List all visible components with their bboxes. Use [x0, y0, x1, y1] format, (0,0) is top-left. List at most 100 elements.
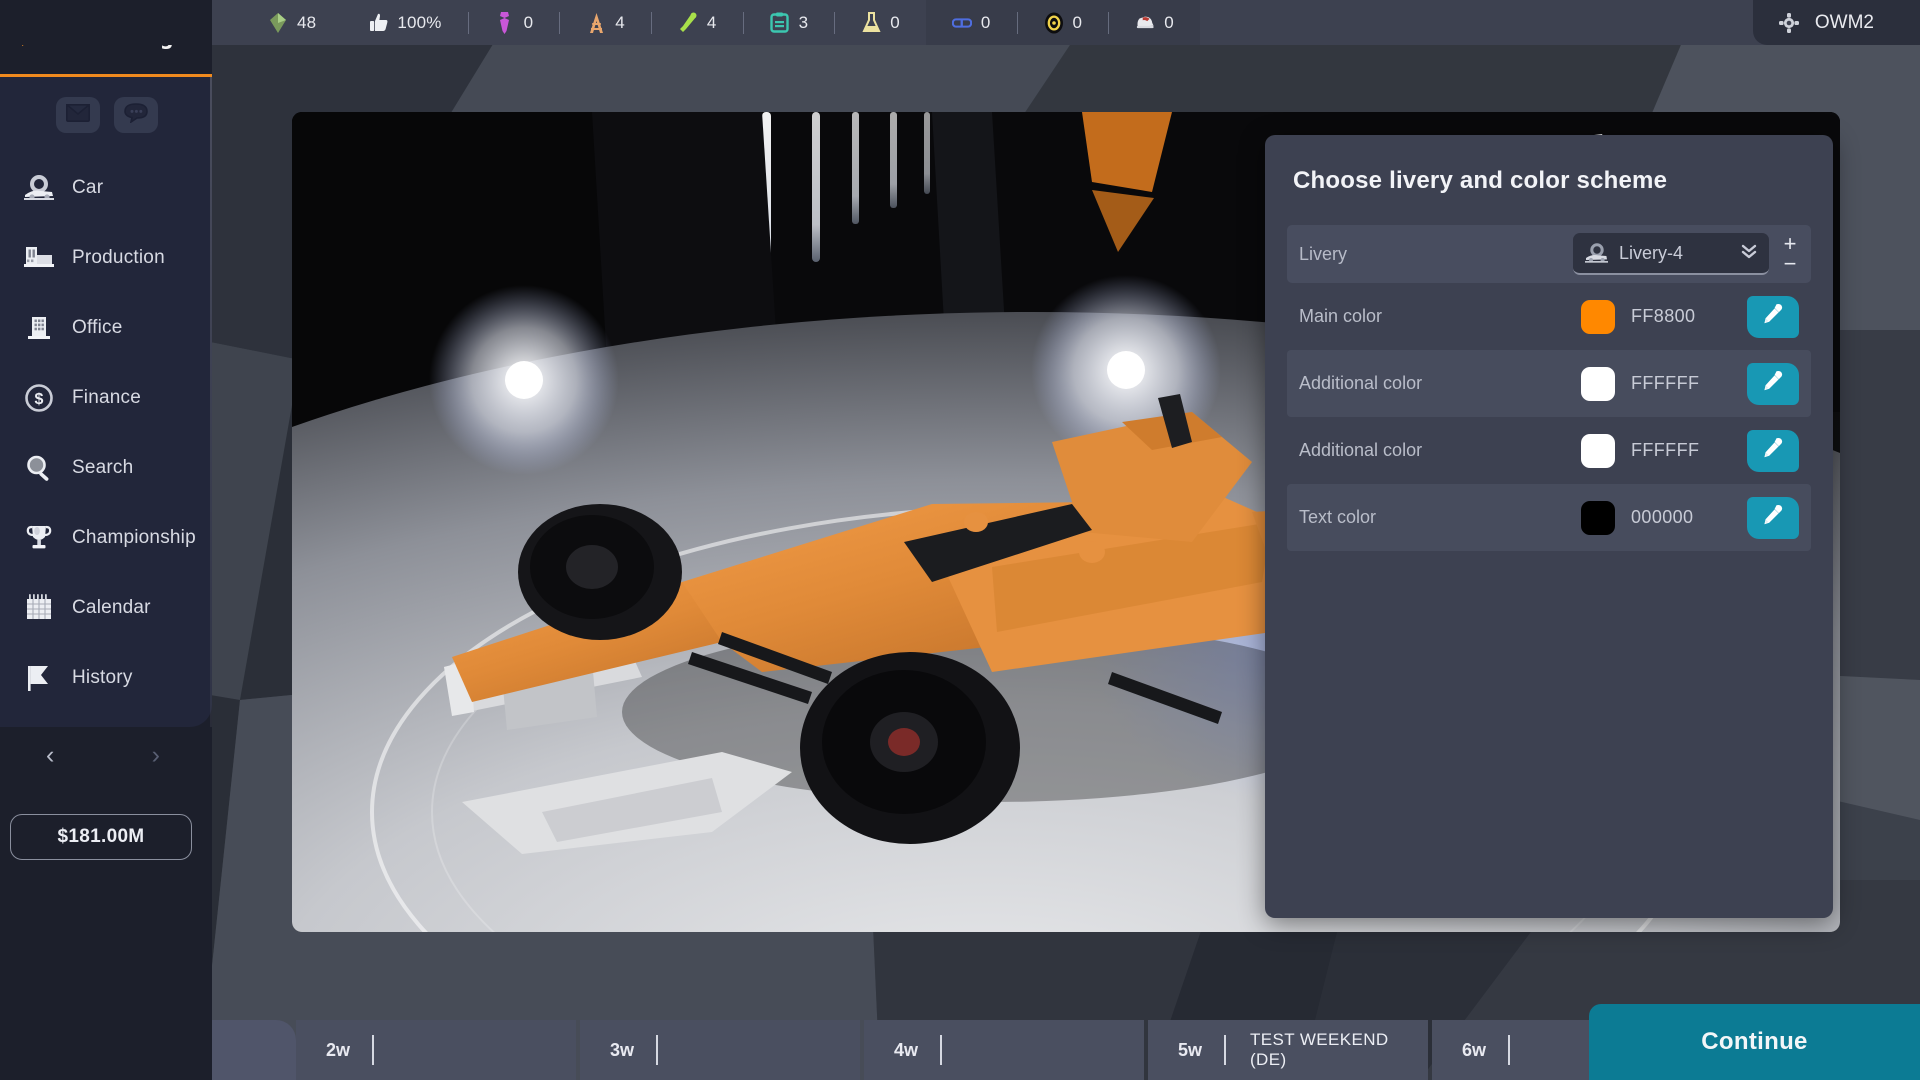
- continue-button[interactable]: Continue: [1589, 1004, 1920, 1080]
- timeline-segment[interactable]: 2w: [296, 1020, 576, 1080]
- stat-gem[interactable]: 48: [242, 0, 342, 45]
- stat-morale[interactable]: 100%: [342, 0, 467, 45]
- sidebar-item-label: Calendar: [72, 597, 151, 618]
- color-swatch[interactable]: [1581, 366, 1615, 401]
- mail-button[interactable]: [56, 97, 100, 133]
- color-picker-button[interactable]: [1747, 496, 1799, 539]
- stat-chassis[interactable]: 0: [926, 0, 1017, 45]
- stat-tyres-value: 0: [1072, 12, 1083, 32]
- pager-next-button[interactable]: ›: [152, 743, 160, 768]
- livery-select[interactable]: Livery-4: [1573, 233, 1769, 275]
- color-picker-button[interactable]: [1747, 429, 1799, 472]
- svg-text:$: $: [35, 391, 44, 408]
- stat-gem-value: 48: [297, 12, 317, 32]
- color-hex-value: FFFFFF: [1631, 440, 1700, 460]
- sidebar-item-production[interactable]: Production: [0, 223, 212, 293]
- engineer-icon: [586, 12, 606, 34]
- office-icon: [22, 311, 56, 345]
- money-balance[interactable]: $181.00M: [10, 814, 192, 860]
- sidebar-message-buttons: [0, 77, 212, 149]
- chat-icon: [124, 102, 148, 128]
- color-swatch[interactable]: [1581, 500, 1615, 535]
- profile-button[interactable]: OWM2: [1752, 0, 1920, 45]
- wrench-icon: [678, 12, 698, 34]
- magnifier-icon: [22, 451, 56, 485]
- color-swatch[interactable]: [1581, 433, 1615, 468]
- helmet-icon: [1135, 12, 1155, 34]
- timeline-label: 2w: [326, 1039, 351, 1060]
- stat-morale-value: 100%: [397, 12, 442, 32]
- livery-panel: Choose livery and color scheme Livery Li…: [1265, 135, 1833, 918]
- sidebar-item-calendar[interactable]: Calendar: [0, 573, 212, 643]
- stat-driver[interactable]: 0: [1109, 0, 1200, 45]
- timeline-event-label: TEST WEEKEND (DE): [1249, 1030, 1389, 1069]
- chat-button[interactable]: [114, 97, 158, 133]
- timeline-tick: [656, 1035, 659, 1065]
- timeline-tick: [1508, 1035, 1511, 1065]
- sidebar-item-label: Finance: [72, 387, 141, 408]
- livery-stepper: + −: [1777, 231, 1803, 277]
- mail-icon: [63, 102, 93, 127]
- eyedropper-icon: [1761, 302, 1785, 331]
- stat-contracts-value: 3: [798, 12, 809, 32]
- color-row-main: Main color FF8800: [1287, 283, 1811, 350]
- livery-decrement-button[interactable]: −: [1784, 253, 1797, 275]
- sidebar-item-office[interactable]: Office: [0, 293, 212, 363]
- trophy-icon: [22, 521, 56, 555]
- chevron-double-down-icon: [1739, 241, 1759, 266]
- topbar-divider: [559, 11, 561, 34]
- topbar-divider: [650, 11, 652, 34]
- sidebar-pager: ‹ ›: [0, 727, 212, 768]
- sidebar-item-car[interactable]: Car: [0, 153, 212, 223]
- color-row-text: Text color 000000: [1287, 484, 1811, 551]
- factory-icon: [22, 241, 56, 275]
- stat-research-value: 0: [890, 12, 900, 32]
- dollar-icon: $: [22, 381, 56, 415]
- tyre-icon: [1044, 12, 1064, 34]
- pager-prev-button[interactable]: ‹: [46, 743, 54, 768]
- livery-label: Livery: [1299, 243, 1348, 264]
- timeline-segment[interactable]: 4w: [864, 1020, 1144, 1080]
- stat-engineer[interactable]: 4: [560, 0, 651, 45]
- eyedropper-icon: [1761, 503, 1785, 532]
- sidebar-item-finance[interactable]: $ Finance: [0, 363, 212, 433]
- topbar-divider: [742, 11, 744, 34]
- stat-research[interactable]: 0: [835, 0, 926, 45]
- topbar-group-primary: 48 100%: [212, 0, 468, 45]
- timeline-segment[interactable]: 5w TEST WEEKEND (DE): [1148, 1020, 1428, 1080]
- timeline-segment[interactable]: 6w: [1432, 1020, 1612, 1080]
- stat-tyres[interactable]: 0: [1018, 0, 1109, 45]
- stat-mechanic[interactable]: 4: [652, 0, 743, 45]
- color-swatch[interactable]: [1581, 299, 1615, 334]
- color-row-label: Text color: [1299, 507, 1377, 527]
- sidebar-item-history[interactable]: History: [0, 643, 212, 713]
- timeline-segment[interactable]: 3w: [580, 1020, 860, 1080]
- topbar-divider: [1108, 11, 1110, 34]
- panel-title: Choose livery and color scheme: [1293, 167, 1668, 194]
- sidebar-nav: Car Production Office $ Finance Search C…: [0, 149, 212, 713]
- sidebar-item-label: Car: [72, 177, 104, 198]
- color-row-label: Additional color: [1299, 440, 1423, 460]
- stat-manager-value: 0: [523, 12, 534, 32]
- game-screen: 48 100% 0 4 4 3 0 0 0 0 OWM2 Car Product…: [0, 0, 1920, 1080]
- stat-chassis-value: 0: [980, 12, 991, 32]
- color-picker-button[interactable]: [1747, 295, 1799, 338]
- stat-contracts[interactable]: 3: [744, 0, 835, 45]
- color-hex-value: FFFFFF: [1631, 373, 1700, 393]
- topbar-group-parts: 0 0 0: [925, 0, 1200, 45]
- sidebar-item-search[interactable]: Search: [0, 433, 212, 503]
- sidebar-item-label: Production: [72, 247, 165, 268]
- chassis-icon: [951, 12, 972, 34]
- thumbs-up-icon: [368, 12, 388, 34]
- flask-icon: [861, 12, 881, 34]
- stat-manager[interactable]: 0: [469, 0, 560, 45]
- stat-mechanic-value: 4: [706, 12, 717, 32]
- sidebar-item-championship[interactable]: Championship: [0, 503, 212, 573]
- timeline-label: 4w: [894, 1039, 919, 1060]
- timeline-label: 3w: [610, 1039, 635, 1060]
- sidebar-panel: Car Production Office $ Finance Search C…: [0, 77, 212, 727]
- eyedropper-icon: [1761, 369, 1785, 398]
- stat-engineer-value: 4: [615, 12, 625, 32]
- color-picker-button[interactable]: [1747, 362, 1799, 405]
- sidebar-item-label: Office: [72, 317, 123, 338]
